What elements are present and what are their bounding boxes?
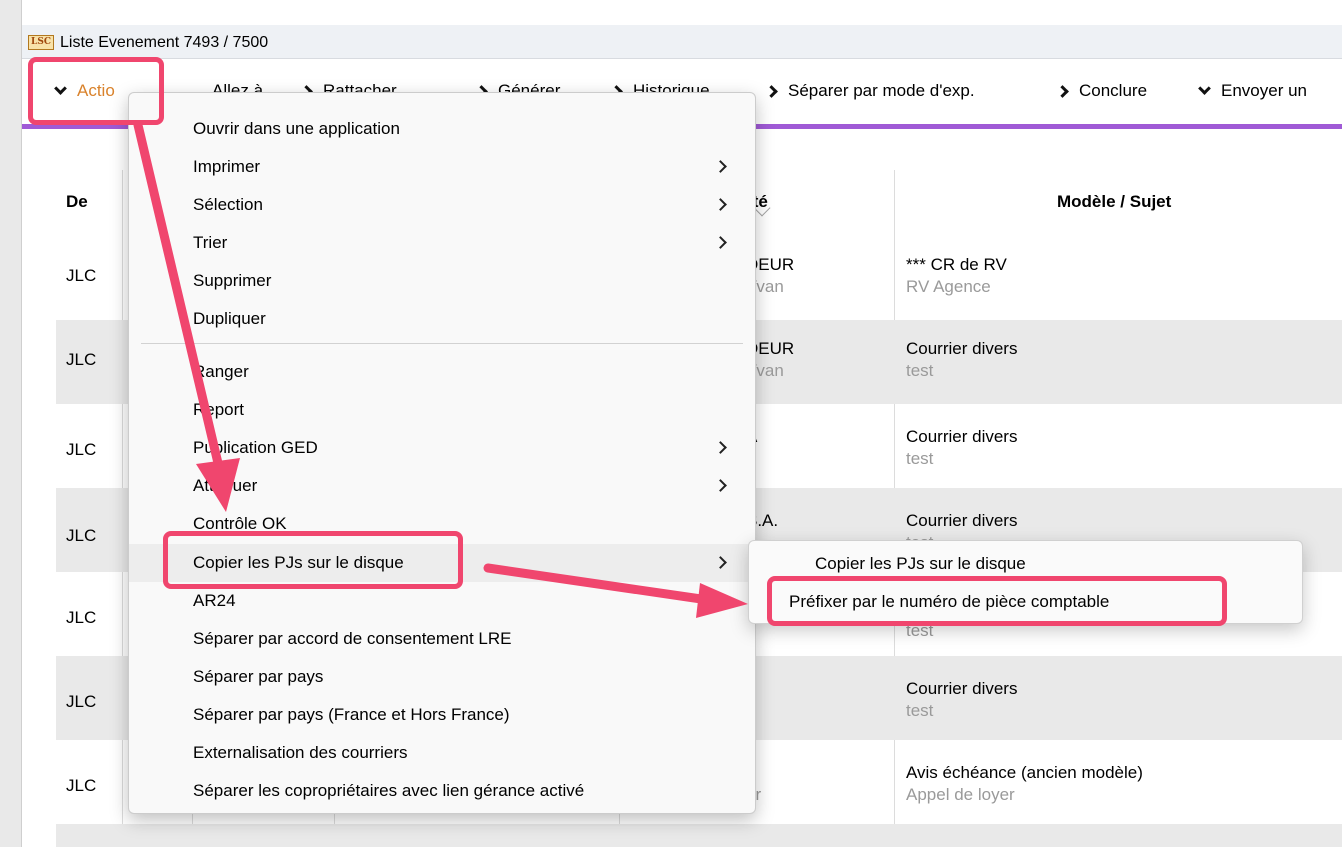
cell-modele: *** CR de RV RV Agence (906, 254, 1007, 298)
highlight-copier-pjs-item (163, 531, 463, 589)
cell-modele: Courrier divers test (906, 338, 1017, 382)
menu-item-label: Dupliquer (193, 309, 266, 328)
toolbar-item-label: Conclure (1079, 81, 1148, 100)
menu-item-separer-coproprietaires[interactable]: Séparer les copropriétaires avec lien gé… (129, 772, 755, 810)
menu-item-label: Externalisation des courriers (193, 743, 408, 762)
menu-item-label: Séparer par accord de consentement LRE (193, 629, 512, 648)
cell-model: Courrier divers (906, 511, 1018, 530)
cell-modele: Courrier divers test (906, 426, 1017, 470)
column-header-modele-sujet[interactable]: Modèle / Sujet (1057, 192, 1171, 212)
cell-model: Avis échéance (ancien modèle) (906, 763, 1143, 782)
menu-item-separer-pays[interactable]: Séparer par pays (129, 658, 755, 696)
lsc-logo-icon: LSC (28, 35, 54, 50)
menu-item-selection[interactable]: Sélection (129, 186, 755, 224)
menu-item-ranger[interactable]: Ranger (129, 353, 755, 391)
cell-de: JLC (66, 440, 97, 459)
cell-de: JLC (66, 608, 97, 627)
toolbar-item-label: Envoyer un (1221, 81, 1307, 100)
menu-item-label: Imprimer (193, 157, 261, 176)
menu-separator (141, 343, 743, 344)
menu-item-label: Ranger (193, 362, 249, 381)
cell-de: JLC (66, 266, 97, 285)
window-title: Liste Evenement 7493 / 7500 (60, 34, 269, 51)
cell-model: Courrier divers (906, 427, 1018, 446)
menu-item-publication-ged[interactable]: Publication GED (129, 429, 755, 467)
chevron-right-icon (765, 84, 778, 98)
cell-de: JLC (66, 350, 97, 369)
toolbar-separer-mode-exp[interactable]: Séparer par mode d'exp. (765, 81, 975, 101)
highlight-actions-button (28, 57, 164, 125)
menu-item-label: Ouvrir dans une application (193, 119, 400, 138)
cell-subject: test (906, 449, 934, 468)
toolbar-item-label: Séparer par mode d'exp. (788, 81, 975, 100)
chevron-right-icon (714, 236, 727, 249)
menu-item-label: Trier (193, 233, 228, 252)
chevron-right-icon (714, 594, 727, 607)
cell-modele: Avis échéance (ancien modèle) Appel de l… (906, 762, 1143, 806)
menu-item-label: Publication GED (193, 438, 318, 457)
cell-de: JLC (66, 776, 97, 795)
menu-item-externalisation[interactable]: Externalisation des courriers (129, 734, 755, 772)
chevron-down-icon (1198, 82, 1211, 95)
chevron-right-icon (714, 556, 727, 569)
cell-model: Courrier divers (906, 679, 1018, 698)
cell-model: Courrier divers (906, 339, 1018, 358)
menu-item-label: Sélection (193, 195, 263, 214)
cell-model: *** CR de RV (906, 255, 1007, 274)
menu-item-label: Attribuer (193, 476, 258, 495)
chevron-right-icon (714, 441, 727, 454)
menu-item-separer-lre[interactable]: Séparer par accord de consentement LRE (129, 620, 755, 658)
cell-de: JLC (66, 692, 97, 711)
highlight-prefixer-item (767, 576, 1227, 626)
menu-item-label: AR24 (193, 591, 236, 610)
actions-context-menu: Ouvrir dans une application Imprimer Sél… (128, 92, 756, 814)
submenu-item-label: Copier les PJs sur le disque (815, 554, 1026, 573)
window-top-edge (0, 0, 1342, 22)
menu-item-label: Supprimer (193, 271, 272, 290)
menu-item-separer-pays-france[interactable]: Séparer par pays (France et Hors France) (129, 696, 755, 734)
menu-item-label: Séparer par pays (193, 667, 324, 686)
table-row[interactable] (56, 824, 1342, 847)
menu-item-attribuer[interactable]: Attribuer (129, 467, 755, 505)
menu-item-label: Séparer les copropriétaires avec lien gé… (193, 781, 585, 800)
menu-item-report[interactable]: Report (129, 391, 755, 429)
cell-subject: test (906, 361, 934, 380)
chevron-right-icon (714, 160, 727, 173)
toolbar-envoyer[interactable]: Envoyer un (1198, 81, 1307, 101)
chevron-right-icon (1056, 84, 1069, 98)
cell-subject: test (906, 701, 934, 720)
window-titlebar: LSC Liste Evenement 7493 / 7500 (22, 25, 1342, 59)
toolbar-conclure[interactable]: Conclure (1056, 81, 1148, 101)
menu-item-dupliquer[interactable]: Dupliquer (129, 300, 755, 338)
menu-item-trier[interactable]: Trier (129, 224, 755, 262)
cell-de: JLC (66, 526, 97, 545)
cell-subject: RV Agence (906, 277, 991, 296)
column-header-de[interactable]: De (66, 192, 88, 212)
menu-item-ouvrir[interactable]: Ouvrir dans une application (129, 110, 755, 148)
cell-modele: Courrier divers test (906, 678, 1017, 722)
menu-item-label: Report (193, 400, 245, 419)
menu-item-supprimer[interactable]: Supprimer (129, 262, 755, 300)
menu-item-imprimer[interactable]: Imprimer (129, 148, 755, 186)
menu-item-label: Séparer par pays (France et Hors France) (193, 705, 510, 724)
chevron-right-icon (714, 198, 727, 211)
cell-subject: Appel de loyer (906, 785, 1015, 804)
chevron-right-icon (714, 479, 727, 492)
window-left-frame (0, 0, 22, 847)
